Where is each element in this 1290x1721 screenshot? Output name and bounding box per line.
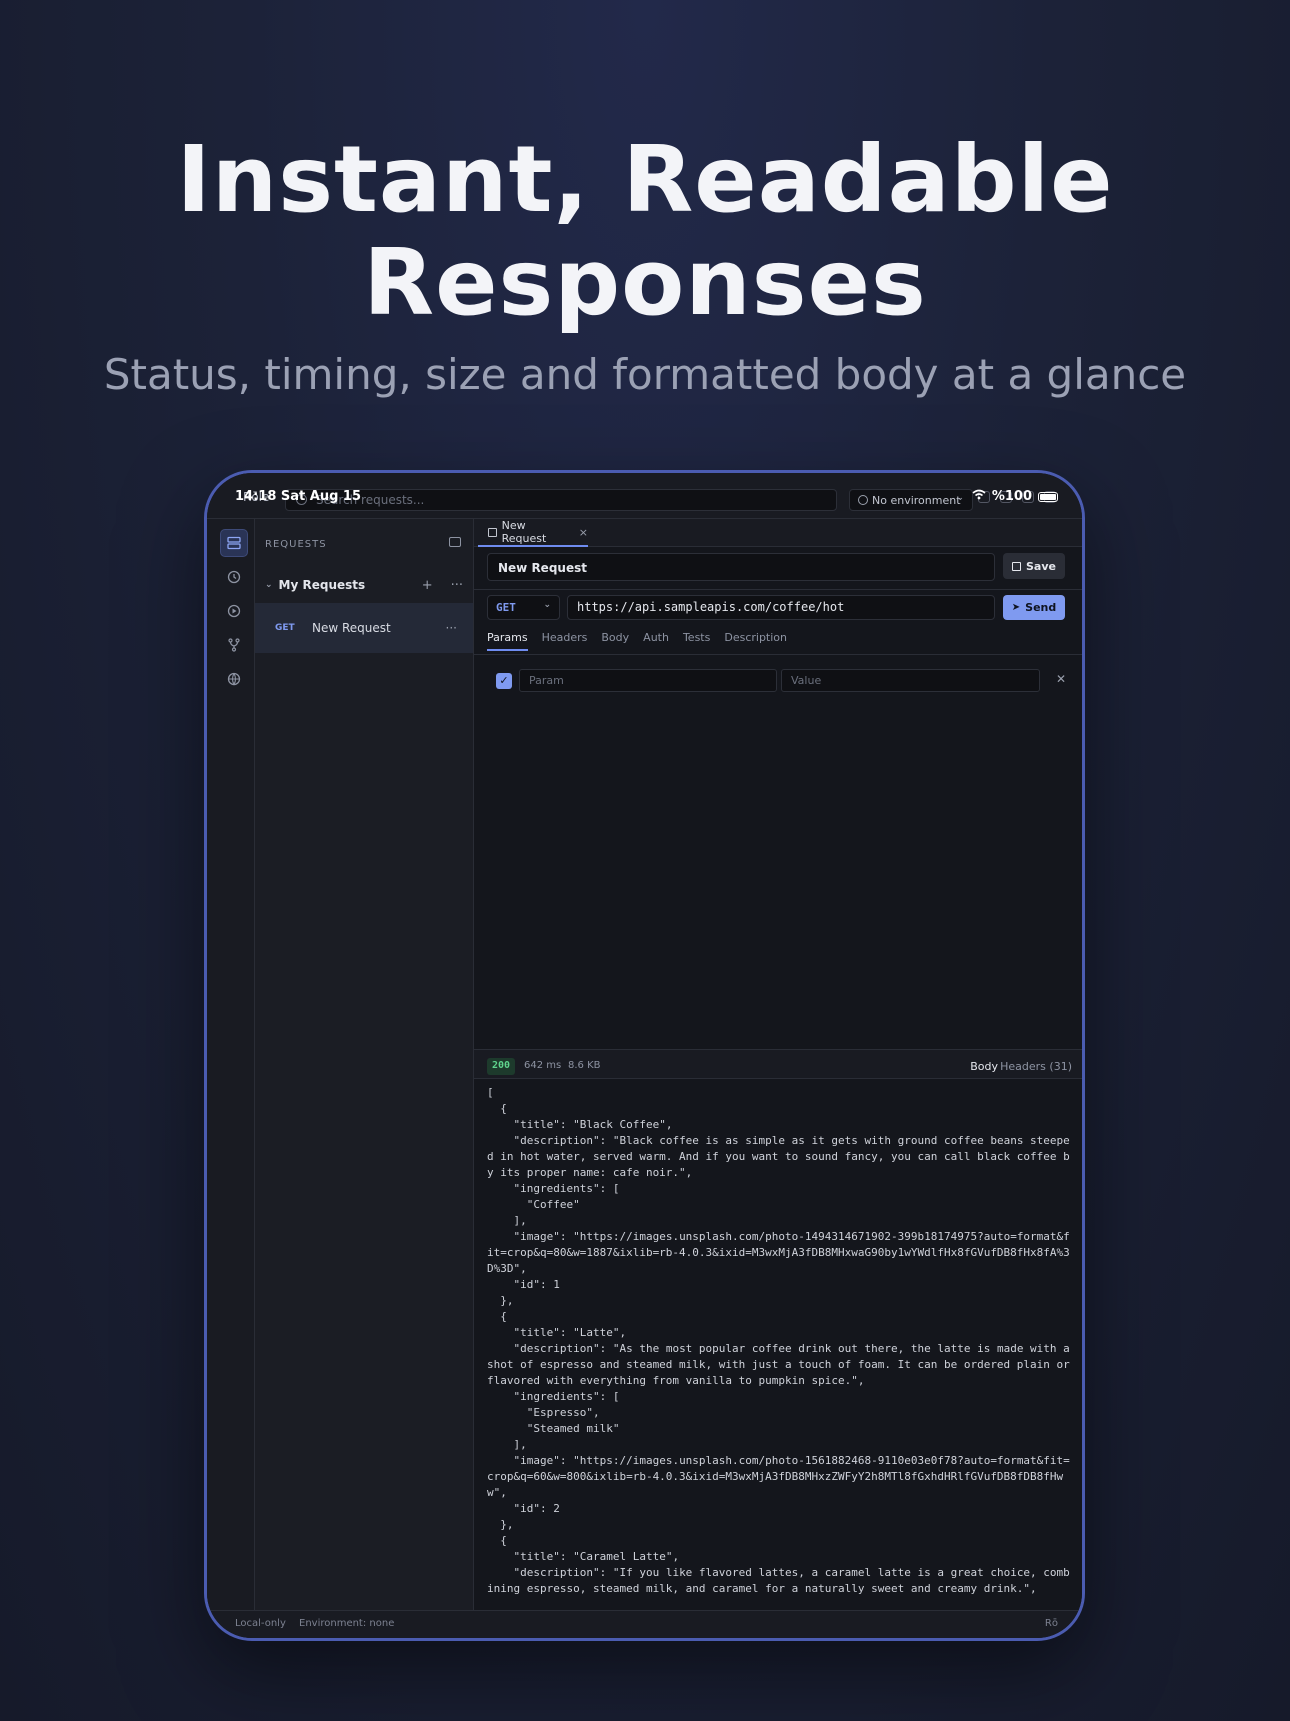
topbar-actions [978,491,1056,503]
new-folder-icon[interactable] [449,537,461,547]
hero-subtitle: Status, timing, size and formatted body … [103,350,1187,399]
tab-headers[interactable]: Headers [542,631,588,651]
tab-auth[interactable]: Auth [643,631,669,651]
request-list-item[interactable]: GET New Request ··· [255,603,473,653]
rail-runner-button[interactable] [220,597,248,625]
globe-icon [858,495,868,505]
response-size: 8.6 KB [568,1060,601,1071]
request-method-badge: GET [275,623,295,633]
import-icon[interactable] [978,491,990,503]
status-footer: Local-only Environment: none Rō [207,1610,1082,1638]
requests-icon [227,536,241,550]
request-name: New Request [312,621,391,635]
tab-tests[interactable]: Tests [683,631,710,651]
request-name-field[interactable]: New Request [487,553,995,581]
response-time: 642 ms [524,1060,562,1071]
hero-title-line1: Instant, Readable [176,126,1114,233]
response-bar: 200 642 ms 8.6 KB Body Headers (31) [474,1049,1082,1079]
rail-history-button[interactable] [220,563,248,591]
search-placeholder: Search requests... [316,493,425,507]
save-button[interactable]: Save [1003,553,1065,579]
add-request-button[interactable]: + [422,578,433,593]
hero-title-line2: Responses [363,229,927,336]
response-tab-body[interactable]: Body [970,1060,998,1073]
environment-status: Environment: none [299,1618,395,1629]
environment-select[interactable]: No environment ⌄ [849,489,973,511]
hero-title: Instant, Readable Responses [0,128,1290,334]
request-tabs: Params Headers Body Auth Tests Descripti… [487,631,787,651]
method-select[interactable]: GET ⌄ [487,595,560,620]
tab-label: New Request [501,519,547,545]
request-editor: New Request × New Request Save GET ⌄ htt… [474,519,1082,1610]
rail-globe-button[interactable] [220,665,248,693]
export-icon[interactable] [1000,491,1012,503]
tab-description[interactable]: Description [724,631,787,651]
runner-icon [227,604,241,618]
send-label: Send [1025,601,1057,614]
tab-params[interactable]: Params [487,631,528,651]
request-more-button[interactable]: ··· [446,621,457,635]
app-topbar: Rōle Search requests... No environment ⌄ [207,473,1082,519]
save-label: Save [1026,559,1056,573]
app-name: Rōle [243,490,270,504]
chevron-down-icon: ⌄ [265,580,273,590]
param-value-input[interactable]: Value [781,669,1040,692]
method-value: GET [496,601,516,614]
response-body[interactable]: [ { "title": "Black Coffee", "descriptio… [487,1085,1070,1610]
param-enabled-checkbox[interactable]: ✓ [496,673,512,689]
close-icon[interactable]: × [579,526,588,539]
chevron-down-icon: ⌄ [543,600,551,610]
collection-more-button[interactable]: ··· [451,578,463,593]
icon-rail [207,519,255,1610]
url-input[interactable]: https://api.sampleapis.com/coffee/hot [567,595,995,620]
close-icon[interactable]: ✕ [1056,672,1066,686]
layout-icon[interactable] [1022,491,1034,503]
divider [474,654,1082,655]
sidebar-heading: REQUESTS [265,539,327,550]
globe-icon [227,672,241,686]
chevron-down-icon: ⌄ [956,493,964,503]
collection-name: My Requests [278,578,366,592]
tab-new-request[interactable]: New Request × [478,519,588,547]
requests-sidebar: REQUESTS ⌄ My Requests + ··· GET New Req… [255,519,474,1610]
send-icon: ➤ [1011,602,1021,613]
divider [474,589,1082,590]
storage-mode: Local-only [235,1618,286,1629]
save-icon [1012,561,1021,571]
settings-icon[interactable] [1044,491,1056,503]
tab-strip: New Request × [474,519,1082,547]
search-icon [296,494,307,505]
rail-requests-button[interactable] [220,529,248,557]
git-branch-icon [228,638,240,652]
send-button[interactable]: ➤ Send [1003,595,1065,620]
environment-label: No environment [872,494,961,507]
search-input[interactable]: Search requests... [285,489,837,511]
param-key-input[interactable]: Param [519,669,777,692]
tab-body[interactable]: Body [601,631,629,651]
history-icon [227,570,241,584]
param-row: ✓ Param Value ✕ [496,669,1070,693]
response-tab-headers[interactable]: Headers (31) [1000,1060,1072,1073]
status-badge: 200 [487,1058,516,1075]
collection-my-requests[interactable]: ⌄ My Requests + ··· [265,573,463,597]
request-tab-icon [488,527,497,537]
brand-mark: Rō [1044,1618,1058,1629]
tablet-frame: 14:18 Sat Aug 15 %100 Rōle Search reques… [204,470,1085,1641]
rail-branch-button[interactable] [220,631,248,659]
